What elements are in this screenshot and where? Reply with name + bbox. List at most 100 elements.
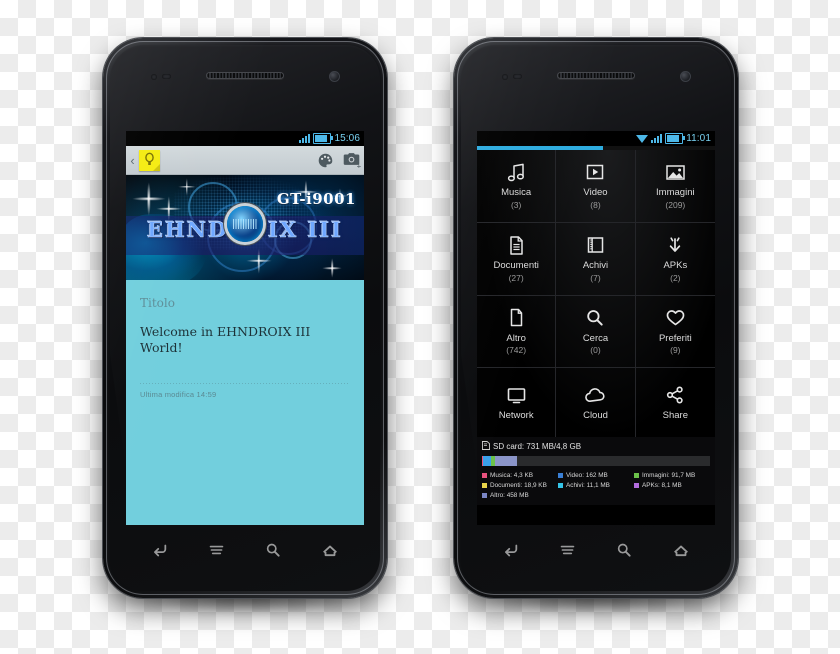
grid-item-count: (8): [590, 199, 601, 210]
grid-item-count: (742): [506, 345, 527, 356]
wifi-icon: [636, 134, 649, 143]
file-blank-icon: [508, 307, 525, 329]
battery-icon: [313, 133, 334, 144]
battery-icon: [665, 133, 686, 144]
back-chevron-icon[interactable]: ‹: [126, 154, 139, 167]
sdcard-icon: [482, 441, 490, 452]
grid-item-label: Immagini: [656, 187, 695, 199]
legend-label: APKs: 8,1 MB: [641, 481, 682, 489]
grid-item-label: Share: [662, 410, 688, 422]
grid-item-video[interactable]: Video (8): [556, 150, 636, 223]
light-sensor-icon: [162, 74, 171, 79]
grid-item-count: (3): [510, 199, 522, 210]
right-screen: 11:01 Musica (3) Video (8) Immagini (209…: [477, 131, 715, 525]
grid-item-cerca[interactable]: Cerca (0): [556, 295, 636, 369]
grid-item-count: (27): [508, 272, 524, 283]
home-icon[interactable]: [315, 537, 345, 563]
grid-item-documenti[interactable]: Documenti (27): [477, 222, 557, 296]
document-icon: [508, 234, 525, 256]
grid-item-achivi[interactable]: Achivi (7): [556, 222, 636, 296]
download-apk-icon: [665, 234, 685, 256]
legend-item: APKs: 8,1 MB: [633, 481, 710, 491]
grid-item-label: APKs: [663, 260, 688, 272]
legend-item: Immagini: 91,7 MB: [633, 471, 710, 481]
monitor-icon: [506, 384, 527, 406]
heart-icon: [665, 307, 686, 329]
legend-label: Musica: 4,3 KB: [490, 472, 533, 479]
storage-segment-video: [483, 456, 491, 466]
legend-label: Altro: 458 MB: [490, 491, 529, 499]
legend-label: Video: 162 MB: [565, 472, 608, 479]
earpiece-speaker: [206, 72, 284, 79]
back-icon[interactable]: [496, 537, 526, 563]
device-model-text: GT-i9001: [276, 190, 356, 208]
grid-item-network[interactable]: Network: [477, 368, 557, 441]
left-nav-bar: [132, 537, 359, 563]
front-camera-icon: [680, 71, 691, 82]
search-icon[interactable]: [609, 537, 639, 563]
grid-item-count: (209): [665, 199, 686, 210]
proximity-sensor-icon: [151, 74, 157, 80]
earpiece-speaker: [557, 72, 635, 79]
share-icon: [665, 384, 685, 406]
legend-item: Musica: 4,3 KB: [482, 471, 558, 481]
right-status-bar: 11:01: [477, 131, 715, 146]
svg-text:+: +: [356, 161, 360, 169]
legend-swatch: [482, 493, 487, 499]
grid-item-label: Preferiti: [658, 332, 692, 344]
legend-item: Altro: 458 MB: [482, 491, 558, 501]
camera-add-icon[interactable]: +: [338, 147, 364, 173]
menu-icon[interactable]: [553, 537, 583, 563]
archive-icon: [586, 234, 605, 256]
grid-item-immagini[interactable]: Immagini (209): [635, 150, 715, 223]
grid-item-altro[interactable]: Altro (742): [477, 295, 557, 369]
note-title: Titolo: [140, 296, 175, 310]
phone-front-glass: 15:06 ‹ + EHNDROIX III GT-i9001 Titolo W…: [110, 45, 380, 591]
sticky-note-icon[interactable]: [139, 149, 160, 171]
home-icon[interactable]: [666, 537, 696, 563]
storage-bar: [482, 456, 710, 466]
legend-swatch: [633, 483, 639, 489]
category-grid: Musica (3) Video (8) Immagini (209) Docu…: [477, 150, 715, 441]
play-video-icon: [585, 161, 605, 183]
signal-bars-icon: [651, 134, 663, 143]
signal-bars-icon: [299, 134, 311, 143]
legend-swatch: [557, 473, 563, 479]
proximity-sensor-icon: [502, 74, 508, 80]
legend-label: Achivi: 11,1 MB: [565, 481, 610, 489]
menu-icon[interactable]: [202, 537, 232, 563]
grid-item-musica[interactable]: Musica (3): [477, 150, 557, 223]
right-nav-bar: [483, 537, 710, 563]
grid-item-label: Documenti: [493, 260, 539, 272]
search-icon[interactable]: [258, 537, 288, 563]
legend-label: Immagini: 91,7 MB: [641, 472, 696, 479]
grid-item-label: Cloud: [583, 410, 608, 422]
grid-item-label: Musica: [501, 187, 532, 199]
grid-item-count: (2): [670, 272, 681, 283]
grid-item-share[interactable]: Share: [635, 368, 715, 441]
grid-item-cloud[interactable]: Cloud: [556, 368, 636, 441]
note-body: Welcome in EHNDROIX III World!: [140, 324, 311, 356]
sdcard-header: SD card: 731 MB/4,8 GB: [482, 441, 710, 452]
cloud-icon: [584, 384, 607, 406]
grid-item-label: Video: [583, 187, 608, 199]
grid-item-label: Achivi: [582, 260, 609, 272]
legend-label: Documenti: 18,9 KB: [490, 481, 547, 489]
back-icon[interactable]: [145, 537, 175, 563]
legend-item: Documenti: 18,9 KB: [482, 481, 558, 491]
note-card[interactable]: Titolo Welcome in EHNDROIX III World! Ul…: [126, 280, 364, 525]
sdcard-capacity-text: SD card: 731 MB/4,8 GB: [493, 442, 582, 451]
grid-item-label: Network: [498, 410, 534, 422]
grid-item-apks[interactable]: APKs (2): [635, 223, 715, 296]
legend-swatch: [557, 483, 563, 489]
light-sensor-icon: [513, 74, 522, 79]
phone-body: 15:06 ‹ + EHNDROIX III GT-i9001 Titolo W…: [103, 38, 387, 598]
scan-progress-fill: [477, 146, 604, 150]
search-icon: [585, 307, 605, 329]
grid-item-label: Cerca: [582, 332, 609, 344]
front-camera-icon: [329, 71, 340, 82]
grid-item-preferiti[interactable]: Preferiti (9): [635, 296, 715, 369]
palette-icon[interactable]: [312, 147, 338, 173]
grid-item-label: Altro: [506, 332, 526, 344]
right-phone: 11:01 Musica (3) Video (8) Immagini (209…: [454, 38, 738, 612]
